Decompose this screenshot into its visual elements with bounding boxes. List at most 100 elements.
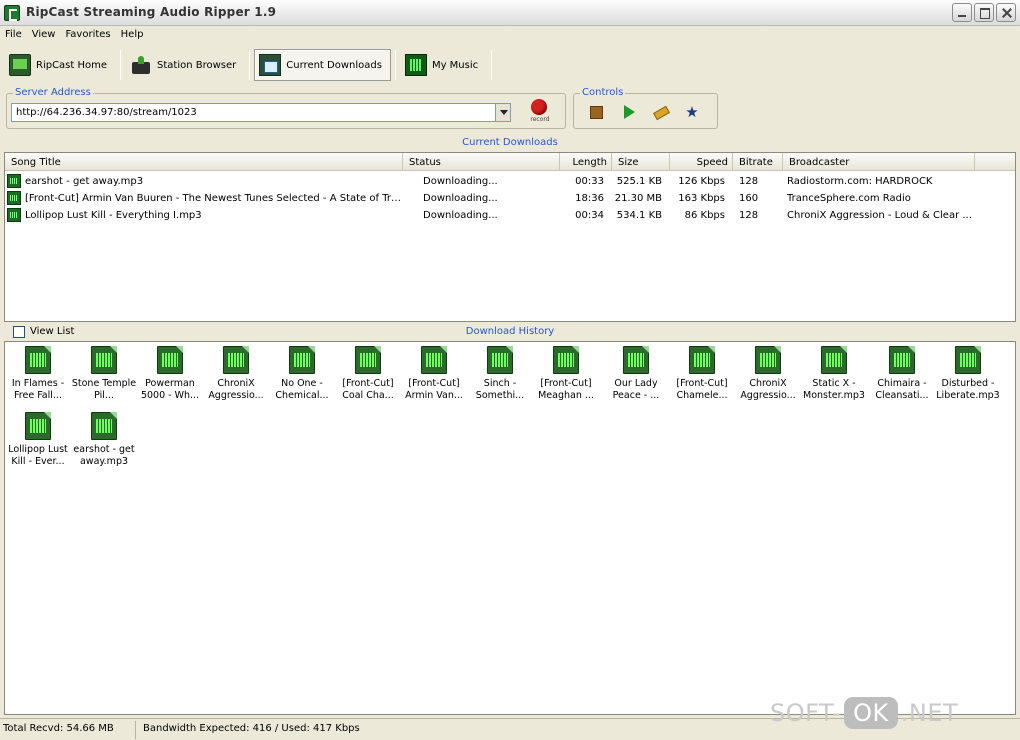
col-bitrate[interactable]: Bitrate	[733, 153, 783, 171]
cell-length: 00:33	[575, 176, 604, 187]
audio-file-icon	[25, 412, 51, 440]
watermark-left: SOFT-	[770, 699, 842, 727]
history-item[interactable]: Our Lady Peace - ...	[603, 346, 669, 410]
record-button[interactable]: record	[525, 98, 555, 126]
favorite-star-icon[interactable]: ★	[684, 104, 700, 120]
history-item[interactable]: [Front-Cut] Coal Cha...	[335, 346, 401, 410]
history-item[interactable]: In Flames - Free Fall...	[5, 346, 71, 410]
history-item[interactable]: No One - Chemical...	[269, 346, 335, 410]
col-size[interactable]: Size	[612, 153, 670, 171]
list-header: Song Title Status Length Size Speed Bitr…	[5, 153, 1015, 171]
current-downloads-title: Current Downloads	[462, 137, 558, 148]
cell-broadcaster: Radiostorm.com: HARDROCK	[787, 176, 933, 187]
history-item[interactable]: ChroniX Aggressio...	[203, 346, 269, 410]
audio-file-icon	[7, 191, 21, 205]
history-item[interactable]: ChroniX Aggressio...	[735, 346, 801, 410]
audio-file-icon	[553, 346, 579, 374]
col-speed[interactable]: Speed	[670, 153, 733, 171]
history-item-name: ChroniX Aggressio...	[208, 378, 264, 401]
downloads-icon	[259, 54, 282, 76]
ripcast-home-label: RipCast Home	[36, 59, 108, 71]
record-label: record	[530, 116, 550, 123]
history-item[interactable]: Stone Temple Pil...	[71, 346, 137, 410]
menu-file[interactable]: File	[0, 26, 27, 45]
music-icon	[404, 54, 427, 76]
history-item-name: Powerman 5000 - Wh...	[140, 378, 200, 401]
col-song-title[interactable]: Song Title	[5, 153, 403, 171]
cell-song-title: earshot - get away.mp3	[25, 176, 144, 187]
controls-group: Controls ★	[573, 87, 718, 129]
history-item[interactable]: Static X - Monster.mp3	[801, 346, 867, 410]
toolbar-separator	[249, 50, 251, 80]
history-item[interactable]: Powerman 5000 - Wh...	[137, 346, 203, 410]
close-button[interactable]	[996, 3, 1016, 22]
current-downloads-label: Current Downloads	[286, 59, 382, 71]
history-item[interactable]: earshot - get away.mp3	[71, 412, 137, 476]
record-icon	[531, 99, 547, 115]
history-item[interactable]: Lollipop Lust Kill - Ever...	[5, 412, 71, 476]
stop-icon[interactable]	[588, 104, 604, 120]
table-row[interactable]: Lollipop Lust Kill - Everything I.mp3 Do…	[5, 207, 1015, 224]
audio-file-icon	[7, 208, 21, 222]
cell-speed: 163 Kbps	[678, 193, 725, 204]
cell-broadcaster: TranceSphere.com Radio	[787, 193, 911, 204]
play-icon[interactable]	[620, 104, 636, 120]
station-browser-button[interactable]: Station Browser	[125, 49, 245, 81]
my-music-label: My Music	[431, 59, 479, 71]
download-history-panel: In Flames - Free Fall... Stone Temple Pi…	[4, 341, 1016, 715]
history-item[interactable]: Chimaira - Cleansati...	[869, 346, 935, 410]
table-row[interactable]: [Front-Cut] Armin Van Buuren - The Newes…	[5, 190, 1015, 207]
cell-size: 21.30 MB	[614, 193, 662, 204]
current-downloads-button[interactable]: Current Downloads	[254, 49, 391, 81]
history-item[interactable]: [Front-Cut] Chamele...	[669, 346, 735, 410]
server-address-dropdown[interactable]	[495, 103, 511, 122]
watermark-ok: OK	[844, 697, 898, 729]
cell-size: 525.1 KB	[616, 176, 662, 187]
maximize-button[interactable]	[974, 3, 994, 22]
col-status[interactable]: Status	[403, 153, 560, 171]
edit-icon[interactable]	[652, 104, 668, 120]
view-list-checkbox[interactable]	[13, 326, 25, 338]
history-item-name: [Front-Cut] Coal Cha...	[342, 378, 394, 401]
toolbar-separator	[120, 50, 122, 80]
history-item[interactable]: [Front-Cut] Meaghan ...	[533, 346, 599, 410]
status-divider	[135, 721, 136, 739]
audio-file-icon	[223, 346, 249, 374]
history-item-name: Lollipop Lust Kill - Ever...	[8, 444, 68, 467]
history-item-name: Disturbed - Liberate.mp3	[936, 378, 1000, 401]
history-item[interactable]: [Front-Cut] Armin Van...	[401, 346, 467, 410]
audio-file-icon	[25, 346, 51, 374]
audio-file-icon	[889, 346, 915, 374]
menu-favorites[interactable]: Favorites	[60, 26, 115, 45]
title-bar: RipCast Streaming Audio Ripper 1.9	[0, 0, 1020, 26]
ripcast-home-button[interactable]: RipCast Home	[4, 49, 116, 81]
history-item-name: No One - Chemical...	[275, 378, 329, 401]
audio-file-icon	[487, 346, 513, 374]
my-music-button[interactable]: My Music	[400, 49, 487, 81]
history-item[interactable]: Disturbed - Liberate.mp3	[935, 346, 1001, 410]
home-icon	[9, 54, 31, 76]
col-broadcaster[interactable]: Broadcaster	[783, 153, 975, 171]
history-item[interactable]: Sinch - Somethi...	[467, 346, 533, 410]
server-address-input[interactable]: http://64.236.34.97:80/stream/1023	[11, 103, 508, 122]
history-item-name: [Front-Cut] Meaghan ...	[538, 378, 594, 401]
history-item-name: In Flames - Free Fall...	[11, 378, 65, 401]
minimize-button[interactable]	[952, 3, 972, 22]
cell-size: 534.1 KB	[616, 210, 662, 221]
table-row[interactable]: earshot - get away.mp3 Downloading... 00…	[5, 173, 1015, 190]
window-controls	[952, 3, 1016, 22]
menu-view[interactable]: View	[27, 26, 61, 45]
history-item-name: ChroniX Aggressio...	[740, 378, 796, 401]
history-item-name: Stone Temple Pil...	[71, 378, 137, 401]
menu-help[interactable]: Help	[116, 26, 149, 45]
view-list-label[interactable]: View List	[30, 326, 74, 337]
audio-file-icon	[821, 346, 847, 374]
main-toolbar: RipCast Home Station Browser Current Dow…	[0, 45, 1020, 85]
toolbar-separator	[491, 50, 493, 80]
watermark-right: .NET	[900, 699, 959, 727]
toolbar-separator	[394, 50, 396, 80]
audio-file-icon	[955, 346, 981, 374]
cell-length: 18:36	[575, 193, 604, 204]
col-length[interactable]: Length	[560, 153, 612, 171]
cell-bitrate: 160	[739, 193, 759, 204]
